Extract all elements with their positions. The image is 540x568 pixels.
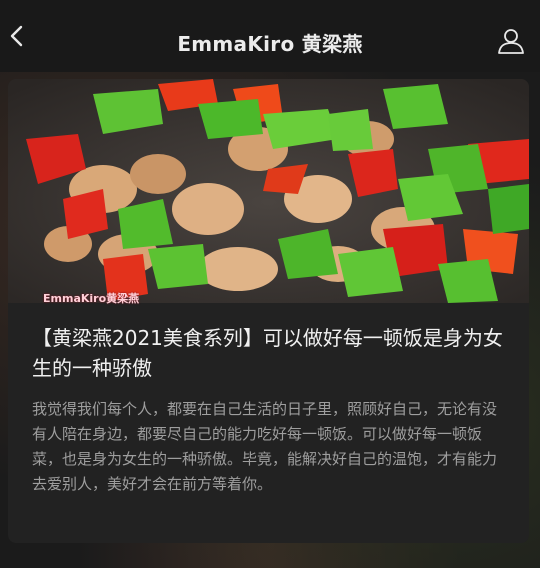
page-title: EmmaKiro 黄梁燕 — [177, 32, 363, 56]
top-navigation-bar: EmmaKiro 黄梁燕 — [0, 0, 540, 72]
cover-image — [8, 79, 529, 303]
cover-watermark: EmmaKiro黄梁燕 — [43, 292, 140, 305]
article-title[interactable]: 【黄梁燕2021美食系列】可以做好每一顿饭是身为女生的一种骄傲 — [32, 323, 512, 383]
article-card[interactable]: EmmaKiro黄梁燕 【黄梁燕2021美食系列】可以做好每一顿饭是身为女生的一… — [8, 79, 529, 543]
person-icon[interactable] — [497, 27, 525, 55]
article-description: 我觉得我们每个人，都要在自己生活的日子里，照顾好自己，无论有没有人陪在身边，都要… — [32, 400, 498, 493]
